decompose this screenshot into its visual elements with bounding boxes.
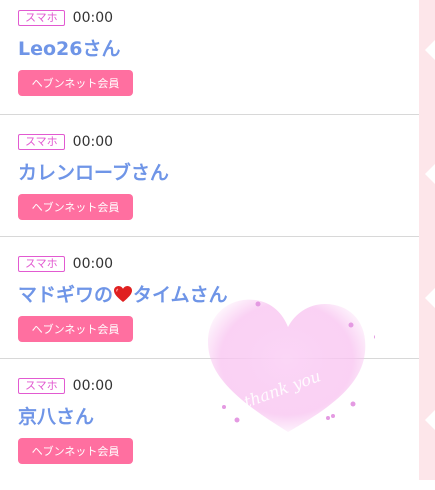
visitor-name[interactable]: Leo26さん	[18, 34, 121, 61]
divider	[0, 114, 419, 115]
list-item[interactable]: スマホ 00:00 京八さん ヘブンネット会員	[0, 368, 419, 490]
list-item[interactable]: スマホ 00:00 マドギワの タイムさん ヘブンネット会員	[0, 246, 419, 368]
member-badge: ヘブンネット会員	[18, 194, 133, 220]
device-badge: スマホ	[18, 378, 65, 394]
divider	[0, 236, 419, 237]
visit-time: 00:00	[72, 256, 114, 272]
side-strip	[419, 0, 435, 480]
visitor-name[interactable]: カレンローブさん	[18, 158, 169, 185]
device-badge: スマホ	[18, 134, 65, 150]
entry-meta: スマホ 00:00	[18, 378, 113, 394]
visitor-name-suffix: タイムさん	[133, 284, 228, 306]
entry-meta: スマホ 00:00	[18, 10, 113, 26]
chevron-left-icon	[425, 288, 435, 308]
member-badge: ヘブンネット会員	[18, 70, 133, 96]
divider	[0, 358, 419, 359]
list-item[interactable]: スマホ 00:00 Leo26さん ヘブンネット会員	[0, 0, 419, 122]
member-badge: ヘブンネット会員	[18, 438, 133, 464]
visit-time: 00:00	[72, 134, 114, 150]
entry-meta: スマホ 00:00	[18, 256, 113, 272]
member-badge: ヘブンネット会員	[18, 316, 133, 342]
visit-time: 00:00	[72, 378, 114, 394]
visitor-name[interactable]: 京八さん	[18, 402, 94, 429]
visit-time: 00:00	[72, 10, 114, 26]
device-badge: スマホ	[18, 256, 65, 272]
chevron-left-icon	[425, 164, 435, 184]
visitor-name[interactable]: マドギワの タイムさん	[18, 280, 228, 307]
device-badge: スマホ	[18, 10, 65, 26]
visitor-name-part: マドギワの	[18, 284, 114, 306]
list-item[interactable]: スマホ 00:00 カレンローブさん ヘブンネット会員	[0, 124, 419, 246]
heart-icon	[114, 286, 133, 302]
chevron-left-icon	[425, 40, 435, 60]
entry-meta: スマホ 00:00	[18, 134, 113, 150]
chevron-left-icon	[425, 410, 435, 430]
